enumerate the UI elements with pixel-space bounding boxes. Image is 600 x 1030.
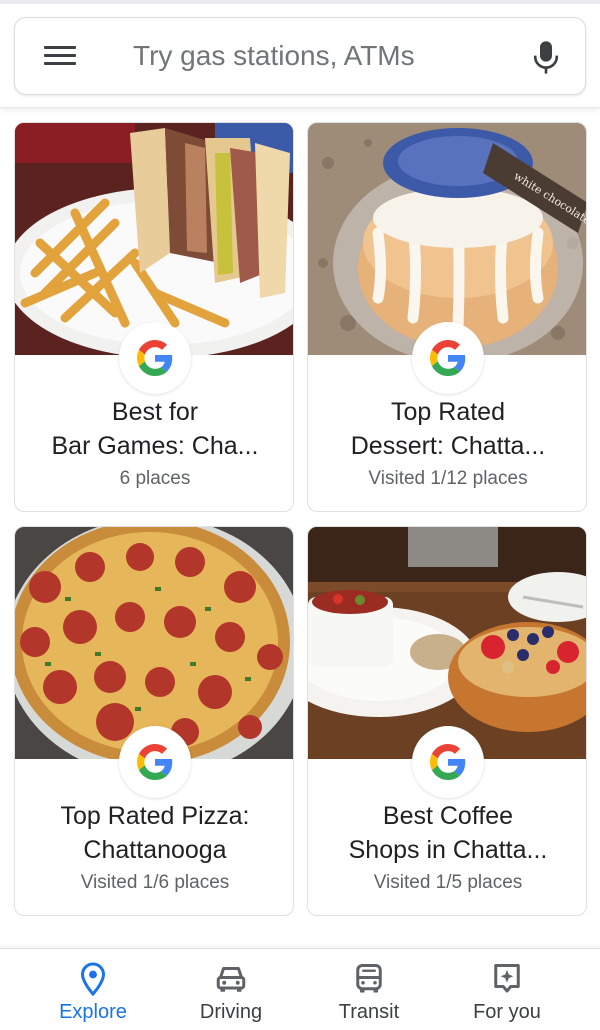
list-title: Top Rated Pizza: Chattanooga <box>60 802 250 864</box>
coffee-and-fruit-bowl-photo <box>308 527 586 759</box>
hamburger-menu-icon[interactable] <box>43 43 77 69</box>
list-subtitle: 6 places <box>119 468 191 489</box>
nav-label: Driving <box>199 1001 263 1023</box>
list-card-pizza[interactable]: Top Rated Pizza: Chattanooga Visited 1/6… <box>14 526 294 916</box>
nav-tab-for-you[interactable]: For you <box>432 949 582 1030</box>
google-g-icon <box>119 322 191 394</box>
microphone-icon[interactable] <box>531 40 561 76</box>
nav-label: For you <box>473 1001 541 1023</box>
list-card-dessert[interactable]: white chocolate rasp Top Rated Dessert: … <box>307 122 587 512</box>
list-title: Best Coffee Shops in Chatta... <box>348 802 548 864</box>
nav-label: Explore <box>59 1001 127 1023</box>
list-card-coffee[interactable]: Best Coffee Shops in Chatta... Visited 1… <box>307 526 587 916</box>
bottom-navigation: Explore Driving Transit For you <box>0 948 600 1030</box>
list-card-bar-games[interactable]: Best for Bar Games: Cha... 6 places <box>14 122 294 512</box>
nav-tab-explore[interactable]: Explore <box>18 949 168 1030</box>
sparkle-badge-icon <box>489 961 525 997</box>
list-subtitle: Visited 1/12 places <box>368 468 528 489</box>
bus-icon <box>351 961 387 997</box>
list-title: Best for Bar Games: Cha... <box>51 398 259 460</box>
search-input[interactable] <box>133 36 513 76</box>
google-g-icon <box>412 726 484 798</box>
google-g-icon <box>412 322 484 394</box>
explore-lists-grid: Best for Bar Games: Cha... 6 places Top … <box>0 108 600 948</box>
location-pin-icon <box>75 961 111 997</box>
list-subtitle: Visited 1/5 places <box>373 872 523 893</box>
nav-label: Transit <box>338 1001 400 1023</box>
list-subtitle: Visited 1/6 places <box>80 872 230 893</box>
nav-tab-transit[interactable]: Transit <box>294 949 444 1030</box>
search-header <box>0 4 600 108</box>
pepperoni-pizza-photo <box>15 527 293 759</box>
sandwich-and-fries-photo <box>15 123 293 355</box>
google-g-icon <box>119 726 191 798</box>
search-bar[interactable] <box>14 17 586 95</box>
car-icon <box>213 961 249 997</box>
list-title: Top Rated Dessert: Chatta... <box>350 398 546 460</box>
bundt-cake-photo: white chocolate rasp <box>308 123 586 355</box>
nav-tab-driving[interactable]: Driving <box>156 949 306 1030</box>
